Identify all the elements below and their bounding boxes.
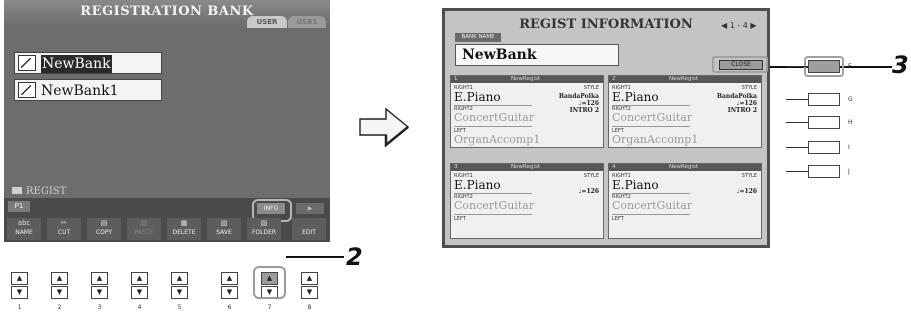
bank-name-field: NewBank: [455, 44, 619, 66]
side-button-g[interactable]: [808, 93, 840, 106]
side-button-label: G: [848, 96, 853, 103]
style-label: STYLE: [741, 85, 757, 91]
tempo-value: ♩=126: [736, 100, 757, 107]
tempo-value: ♩=126: [578, 100, 599, 107]
right2-voice: ConcertGuitar: [612, 111, 693, 124]
panel-name: NewRegist: [669, 76, 698, 82]
panel-number: 1: [454, 76, 458, 82]
style-name: BandaPolka: [558, 93, 599, 100]
side-button-j[interactable]: [808, 165, 840, 178]
section-value: INTRO 2: [569, 107, 599, 114]
bank-name-label: BANK NAME: [455, 33, 501, 42]
side-button-h[interactable]: [808, 116, 840, 129]
left-voice: OrganAccomp1: [454, 133, 541, 146]
panel-name: NewRegist: [669, 164, 698, 170]
right1-voice: E.Piano: [454, 90, 501, 104]
right2-voice: ConcertGuitar: [612, 199, 693, 212]
panel-number: 2: [612, 76, 616, 82]
connector-line: [786, 122, 808, 123]
panel-header: 1 NewRegist: [451, 76, 603, 83]
tempo-value: ♩=126: [736, 188, 757, 195]
connector-line: [786, 66, 808, 67]
side-button-label: J: [848, 168, 850, 175]
panel-name: NewRegist: [511, 164, 540, 170]
connector-line: [786, 99, 808, 100]
divider: [454, 214, 532, 215]
step-3-callout: 3: [892, 51, 909, 79]
side-button-label: H: [848, 119, 853, 126]
step-2-callout: 2: [346, 243, 363, 271]
left-label: LEFT: [612, 216, 624, 222]
section-value: INTRO 2: [727, 107, 757, 114]
connector-line: [786, 171, 808, 172]
divider: [454, 126, 532, 127]
tempo-value: ♩=126: [578, 188, 599, 195]
right2-voice: ConcertGuitar: [454, 199, 535, 212]
regist-panel-1: 1 NewRegist RIGHT1 STYLE E.Piano BandaPol…: [450, 75, 604, 148]
screen-title: REGIST INFORMATION: [519, 17, 693, 32]
regist-information-body: REGIST INFORMATION ◀ 1 - 4 ▶ BANK NAME N…: [445, 11, 768, 245]
panel-number: 3: [454, 164, 458, 170]
regist-information-screen: REGIST INFORMATION ◀ 1 - 4 ▶ BANK NAME N…: [442, 8, 770, 248]
style-label: STYLE: [741, 173, 757, 179]
regist-panel-3: 3 NewRegist RIGHT1 STYLE E.Piano ♩=126 RI…: [450, 163, 604, 239]
panel-header: 3 NewRegist: [451, 164, 603, 171]
right1-voice: E.Piano: [612, 90, 659, 104]
style-label: STYLE: [583, 173, 599, 179]
panel-header: 4 NewRegist: [609, 164, 761, 171]
divider: [612, 126, 690, 127]
style-name: BandaPolka: [716, 93, 757, 100]
right2-voice: ConcertGuitar: [454, 111, 535, 124]
connector-line: [786, 147, 808, 148]
right1-voice: E.Piano: [612, 178, 659, 192]
page-indicator: ◀ 1 - 4 ▶: [721, 21, 757, 30]
side-button-label: I: [848, 144, 850, 151]
style-label: STYLE: [583, 85, 599, 91]
side-button-label: F: [848, 63, 852, 70]
panel-header: 2 NewRegist: [609, 76, 761, 83]
regist-panel-4: 4 NewRegist RIGHT1 STYLE E.Piano ♩=126 RI…: [608, 163, 762, 239]
side-button-i[interactable]: [808, 141, 840, 154]
side-button-f[interactable]: [808, 60, 840, 73]
right1-voice: E.Piano: [454, 178, 501, 192]
right-arrow-icon: [359, 107, 410, 148]
divider: [612, 214, 690, 215]
regist-panel-2: 2 NewRegist RIGHT1 STYLE E.Piano BandaPol…: [608, 75, 762, 148]
left-voice: OrganAccomp1: [612, 133, 699, 146]
panel-name: NewRegist: [511, 76, 540, 82]
left-label: LEFT: [454, 216, 466, 222]
close-button[interactable]: CLOSE: [719, 60, 763, 70]
panel-number: 4: [612, 164, 616, 170]
